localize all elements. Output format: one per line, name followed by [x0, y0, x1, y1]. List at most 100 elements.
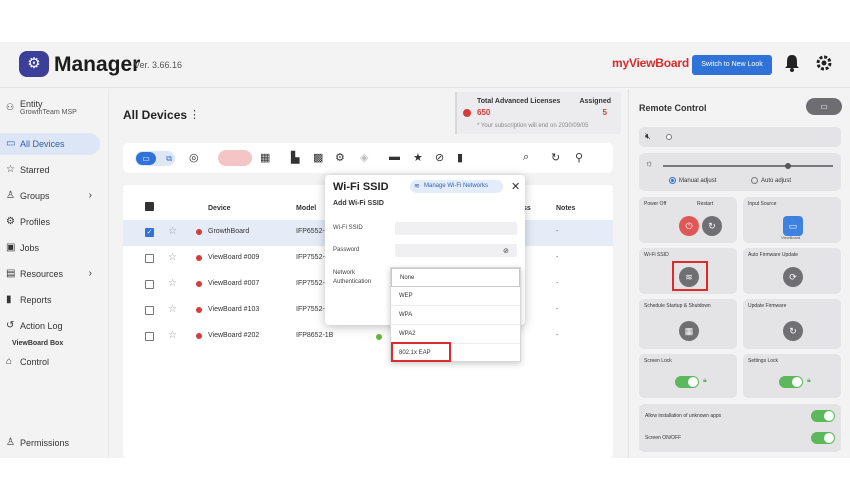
sidebar-item-action-log[interactable]: ↺ Action Log — [0, 315, 100, 337]
star-icon[interactable]: ☆ — [168, 304, 177, 315]
lock-icon: 🔒︎ — [807, 377, 811, 384]
bell-icon[interactable] — [784, 54, 800, 72]
view-toggle[interactable]: ▭ ⧉ — [135, 151, 175, 166]
calendar-icon[interactable]: ▦ — [679, 321, 699, 341]
schedule-tile[interactable]: Schedule Startup & Shutdown ▦ — [639, 299, 737, 349]
sidebar-item-resources[interactable]: ▤ Resources › — [0, 263, 100, 285]
sun-icon: ☼ — [645, 158, 654, 168]
cast-view-icon[interactable]: ⧉ — [166, 152, 172, 165]
device-name[interactable]: ViewBoard #103 — [208, 306, 259, 313]
user-lock-icon: ♙ — [6, 437, 15, 448]
column-header-device[interactable]: Device — [208, 205, 231, 212]
row-checkbox[interactable] — [145, 254, 154, 263]
monitor-input-icon[interactable]: ▭ — [783, 216, 803, 236]
sidebar-item-label: Reports — [20, 295, 52, 305]
auto-adjust-label: Auto adjust — [761, 178, 792, 185]
search-icon[interactable]: ⌕ — [523, 151, 529, 164]
monitor-icon: ▭ — [6, 138, 16, 149]
brightness-slider[interactable] — [663, 165, 833, 167]
auth-label: Network Authentication — [333, 270, 372, 285]
sidebar-item-all-devices[interactable]: ▭ All Devices — [0, 133, 100, 155]
tile-label: Schedule Startup & Shutdown — [644, 303, 711, 309]
sidebar-item-groups[interactable]: ♙ Groups › — [0, 185, 100, 207]
sidebar-item-permissions[interactable]: ♙ Permissions — [0, 432, 100, 454]
star-icon[interactable]: ☆ — [168, 330, 177, 341]
refresh-icon[interactable]: ↻ — [551, 151, 560, 164]
sidebar-item-starred[interactable]: ☆ Starred — [0, 159, 100, 181]
location-pin-icon — [196, 229, 202, 235]
control-icon: ⌂ — [6, 356, 13, 367]
auto-firmware-update-tile[interactable]: Auto Firmware Update ⟳ — [743, 248, 841, 294]
trash-icon[interactable]: ▮ — [457, 151, 463, 164]
sidebar-item-profiles[interactable]: ⚙ Profiles — [0, 211, 100, 233]
folder-move-icon[interactable]: ▬ — [389, 151, 400, 163]
row-checkbox[interactable] — [145, 280, 154, 289]
input-source-tile[interactable]: Input Source ▭ ViewBoard — [743, 197, 841, 243]
auth-option-wpa[interactable]: WPA — [391, 306, 520, 325]
sidebar-item-jobs[interactable]: ▣ Jobs — [0, 237, 100, 259]
dialog-subtitle: Add Wi-Fi SSID — [333, 200, 384, 207]
device-name[interactable]: ViewBoard #009 — [208, 254, 259, 261]
update-firmware-tile[interactable]: Update Firmware ↻ — [743, 299, 841, 349]
manual-adjust-radio[interactable]: Manual adjust — [669, 177, 716, 184]
document-icon[interactable]: ▙ — [291, 151, 299, 164]
restart-tile[interactable]: Restart ↻ — [692, 197, 740, 243]
allow-unknown-apps-toggle[interactable] — [811, 410, 835, 422]
unpin-icon[interactable]: ⊘ — [435, 151, 444, 164]
kebab-menu-icon[interactable]: ⋮ — [189, 108, 200, 121]
tile-label: Screen Lock — [644, 358, 672, 364]
manual-adjust-label: Manual adjust — [679, 178, 717, 185]
row-checkbox[interactable]: ✓ — [145, 228, 154, 237]
eye-off-icon[interactable]: ⊘ — [503, 247, 509, 255]
auto-adjust-radio[interactable]: Auto adjust — [751, 177, 791, 184]
screen-lock-tile: Screen Lock 🔒︎ — [639, 354, 737, 398]
manage-wifi-networks-button[interactable]: ≋ Manage Wi-Fi Networks — [410, 180, 503, 193]
column-header-model[interactable]: Model — [296, 205, 316, 212]
volume-slider-thumb[interactable] — [666, 134, 672, 140]
auth-option-none[interactable]: None — [391, 268, 520, 287]
online-status-dot — [376, 334, 382, 340]
toolbox-icon[interactable]: ▩ — [313, 151, 323, 164]
device-name[interactable]: GrowthBoard — [208, 228, 249, 235]
grid-menu-icon[interactable]: ▦ — [260, 151, 270, 164]
star-icon[interactable]: ☆ — [168, 252, 177, 263]
select-all-checkbox[interactable] — [145, 202, 154, 211]
close-icon[interactable]: ✕ — [511, 180, 520, 193]
device-name[interactable]: ViewBoard #202 — [208, 332, 259, 339]
device-name[interactable]: ViewBoard #007 — [208, 280, 259, 287]
firmware-auto-icon[interactable]: ⟳ — [783, 267, 803, 287]
expand-panel-button[interactable]: ▭ — [806, 98, 842, 115]
remote-control-panel: Remote Control ▭ 🔇︎ ☼ Manual adjust Auto… — [628, 89, 850, 458]
mute-icon[interactable]: 🔇︎ — [645, 131, 651, 142]
password-input[interactable] — [395, 244, 517, 257]
broadcast-icon[interactable]: ◎ — [189, 151, 199, 164]
sidebar-item-reports[interactable]: ▮ Reports — [0, 289, 100, 311]
sidebar-item-control[interactable]: ⌂ Control — [0, 351, 100, 373]
sidebar-item-label: All Devices — [20, 139, 65, 149]
screen-onoff-toggle[interactable] — [811, 432, 835, 444]
settings-gear-icon[interactable] — [816, 55, 832, 71]
star-fill-icon[interactable]: ★ — [413, 151, 423, 164]
restart-icon[interactable]: ↻ — [702, 216, 722, 236]
settings-lock-toggle[interactable] — [779, 376, 803, 388]
briefcase-icon: ▣ — [6, 242, 16, 253]
star-icon[interactable]: ☆ — [168, 278, 177, 289]
row-checkbox[interactable] — [145, 306, 154, 315]
column-header-notes[interactable]: Notes — [556, 205, 575, 212]
screen-lock-toggle[interactable] — [675, 376, 699, 388]
star-icon[interactable]: ☆ — [168, 226, 177, 237]
settings-icon[interactable]: ⚙ — [335, 151, 345, 164]
auth-option-wep[interactable]: WEP — [391, 287, 520, 306]
firmware-refresh-icon[interactable]: ↻ — [783, 321, 803, 341]
monitor-view-icon[interactable]: ▭ — [136, 152, 156, 165]
entity-selector[interactable]: ⚇ Entity GrowthTeam MSP — [6, 99, 77, 116]
brightness-slider-thumb[interactable] — [785, 163, 791, 169]
brand-logo: myViewBoard — [612, 56, 689, 70]
location-icon[interactable]: ⚲ — [575, 151, 583, 164]
ssid-input[interactable] — [395, 222, 517, 235]
row-checkbox[interactable] — [145, 332, 154, 341]
tile-label: Input Source — [748, 201, 777, 207]
switch-to-new-look-button[interactable]: Switch to New Look — [692, 55, 772, 75]
table-row[interactable]: ☆ ViewBoard #202 IFP8652-1B - — [123, 324, 613, 350]
star-icon: ☆ — [6, 164, 15, 175]
